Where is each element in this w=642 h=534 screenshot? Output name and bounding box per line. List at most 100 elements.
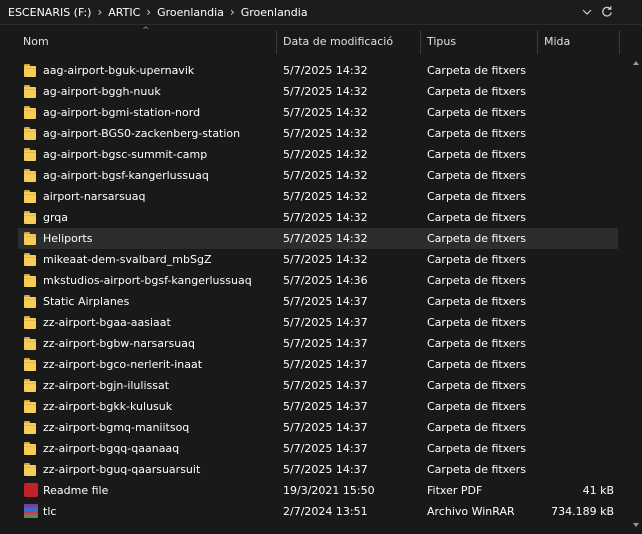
file-date: 5/7/2025 14:32 [283, 190, 368, 203]
sort-ascending-icon: ^ [142, 26, 150, 36]
refresh-button[interactable] [597, 0, 617, 24]
file-row[interactable]: ag-airport-bgsf-kangerlussuaq 5/7/2025 14… [18, 165, 618, 186]
column-divider[interactable] [420, 30, 421, 54]
file-size [542, 354, 614, 375]
file-name: zz-airport-bguq-qaarsuarsuit [43, 463, 201, 476]
folder-icon [24, 441, 38, 455]
file-size [542, 438, 614, 459]
folder-icon [24, 189, 38, 203]
file-name: zz-airport-bgjn-ilulissat [43, 379, 170, 392]
file-name: Static Airplanes [43, 295, 130, 308]
file-name: ag-airport-bggh-nuuk [43, 85, 161, 98]
file-type: Carpeta de fitxers [427, 295, 526, 308]
file-row[interactable]: airport-narsarsuaq 5/7/2025 14:32 Carpeta … [18, 186, 618, 207]
file-row[interactable]: mkstudios-airport-bgsf-kangerlussuaq 5/7/… [18, 270, 618, 291]
file-row[interactable]: Static Airplanes 5/7/2025 14:37 Carpeta de… [18, 291, 618, 312]
folder-icon [24, 462, 38, 476]
file-size [542, 459, 614, 480]
file-name: tlc [43, 505, 57, 518]
chevron-down-icon [582, 9, 592, 15]
file-row[interactable]: Readme file 19/3/2021 15:50 Fitxer PDF 41 k… [18, 480, 618, 501]
folder-icon [24, 126, 38, 140]
folder-icon [24, 84, 38, 98]
folder-icon [24, 252, 38, 266]
column-header-size[interactable]: Mida [539, 26, 619, 58]
file-size [542, 144, 614, 165]
file-row[interactable]: ag-airport-bgmi-station-nord 5/7/2025 14:… [18, 102, 618, 123]
breadcrumb-folder-groenlandia[interactable]: Groenlandia [157, 6, 224, 19]
file-row[interactable]: aag-airport-bguk-upernavik 5/7/2025 14:32… [18, 60, 618, 81]
folder-icon [24, 63, 38, 77]
file-row[interactable]: zz-airport-bgqq-qaanaaq 5/7/2025 14:37 Car… [18, 438, 618, 459]
file-row[interactable]: ag-airport-BGS0-zackenberg-station 5/7/20… [18, 123, 618, 144]
folder-icon [24, 147, 38, 161]
file-date: 5/7/2025 14:32 [283, 232, 368, 245]
winrar-archive-icon [24, 504, 38, 518]
file-type: Carpeta de fitxers [427, 64, 526, 77]
file-size [542, 249, 614, 270]
file-row[interactable]: zz-airport-bgaa-aasiaat 5/7/2025 14:37 Car… [18, 312, 618, 333]
breadcrumb-drive[interactable]: ESCENARIS (F:) [8, 6, 91, 19]
file-row[interactable]: ag-airport-bgsc-summit-camp 5/7/2025 14:3… [18, 144, 618, 165]
breadcrumb-chevron-icon[interactable]: › [97, 5, 102, 19]
scroll-up-arrow-icon [633, 61, 639, 65]
file-size [542, 417, 614, 438]
file-name: zz-airport-bgbw-narsarsuaq [43, 337, 195, 350]
file-size [542, 102, 614, 123]
column-divider[interactable] [619, 30, 620, 54]
file-name: Readme file [43, 484, 109, 497]
file-date: 5/7/2025 14:32 [283, 64, 368, 77]
file-row[interactable]: zz-airport-bguq-qaarsuarsuit 5/7/2025 14:… [18, 459, 618, 480]
file-name: mikeaat-dem-svalbard_mbSgZ [43, 253, 212, 266]
file-list: aag-airport-bguk-upernavik 5/7/2025 14:32… [18, 60, 618, 522]
breadcrumb-chevron-icon[interactable]: › [230, 5, 235, 19]
file-type: Carpeta de fitxers [427, 127, 526, 140]
file-row[interactable]: ag-airport-bggh-nuuk 5/7/2025 14:32 Carpet… [18, 81, 618, 102]
file-row[interactable]: zz-airport-bgmq-maniitsoq 5/7/2025 14:37 C… [18, 417, 618, 438]
column-divider[interactable] [276, 30, 277, 54]
breadcrumb: ESCENARIS (F:) › ARTIC › Groenlandia › G… [8, 0, 308, 24]
file-type: Carpeta de fitxers [427, 169, 526, 182]
file-row[interactable]: zz-airport-bgkk-kulusuk 5/7/2025 14:37 Car… [18, 396, 618, 417]
file-type: Carpeta de fitxers [427, 442, 526, 455]
file-type: Carpeta de fitxers [427, 400, 526, 413]
file-row[interactable]: grqa 5/7/2025 14:32 Carpeta de fitxers [18, 207, 618, 228]
folder-icon [24, 420, 38, 434]
folder-icon [24, 273, 38, 287]
folder-icon [24, 294, 38, 308]
scrollbar-svg [633, 61, 639, 527]
file-type: Carpeta de fitxers [427, 316, 526, 329]
file-row[interactable]: mikeaat-dem-svalbard_mbSgZ 5/7/2025 14:32… [18, 249, 618, 270]
file-date: 5/7/2025 14:32 [283, 85, 368, 98]
refresh-icon [602, 6, 612, 17]
breadcrumb-folder-artic[interactable]: ARTIC [108, 6, 140, 19]
vertical-scrollbar[interactable] [630, 58, 642, 531]
file-row[interactable]: zz-airport-bgbw-narsarsuaq 5/7/2025 14:37… [18, 333, 618, 354]
file-name: mkstudios-airport-bgsf-kangerlussuaq [43, 274, 252, 287]
column-divider[interactable] [537, 30, 538, 54]
file-date: 5/7/2025 14:32 [283, 169, 368, 182]
file-date: 5/7/2025 14:37 [283, 358, 368, 371]
file-row[interactable]: tlc 2/7/2024 13:51 Archivo WinRAR 734.189 k… [18, 501, 618, 522]
address-bar[interactable]: ESCENARIS (F:) › ARTIC › Groenlandia › G… [0, 0, 642, 25]
column-header-date[interactable]: Data de modificació [278, 26, 420, 58]
file-row[interactable]: zz-airport-bgjn-ilulissat 5/7/2025 14:37 C… [18, 375, 618, 396]
file-date: 5/7/2025 14:36 [283, 274, 368, 287]
column-header-type[interactable]: Tipus [422, 26, 537, 58]
file-type: Carpeta de fitxers [427, 85, 526, 98]
file-size [542, 375, 614, 396]
breadcrumb-chevron-icon[interactable]: › [146, 5, 151, 19]
file-type: Carpeta de fitxers [427, 337, 526, 350]
folder-icon [24, 231, 38, 245]
file-row[interactable]: zz-airport-bgco-nerlerit-inaat 5/7/2025 1… [18, 354, 618, 375]
address-history-button[interactable] [577, 0, 597, 24]
folder-icon [24, 378, 38, 392]
file-name: ag-airport-BGS0-zackenberg-station [43, 127, 241, 140]
breadcrumb-folder-current[interactable]: Groenlandia [241, 6, 308, 19]
file-size [542, 396, 614, 417]
file-row[interactable]: Heliports 5/7/2025 14:32 Carpeta de fitxer… [18, 228, 618, 249]
file-date: 5/7/2025 14:37 [283, 295, 368, 308]
file-date: 5/7/2025 14:37 [283, 463, 368, 476]
file-name: airport-narsarsuaq [43, 190, 146, 203]
file-size [542, 312, 614, 333]
